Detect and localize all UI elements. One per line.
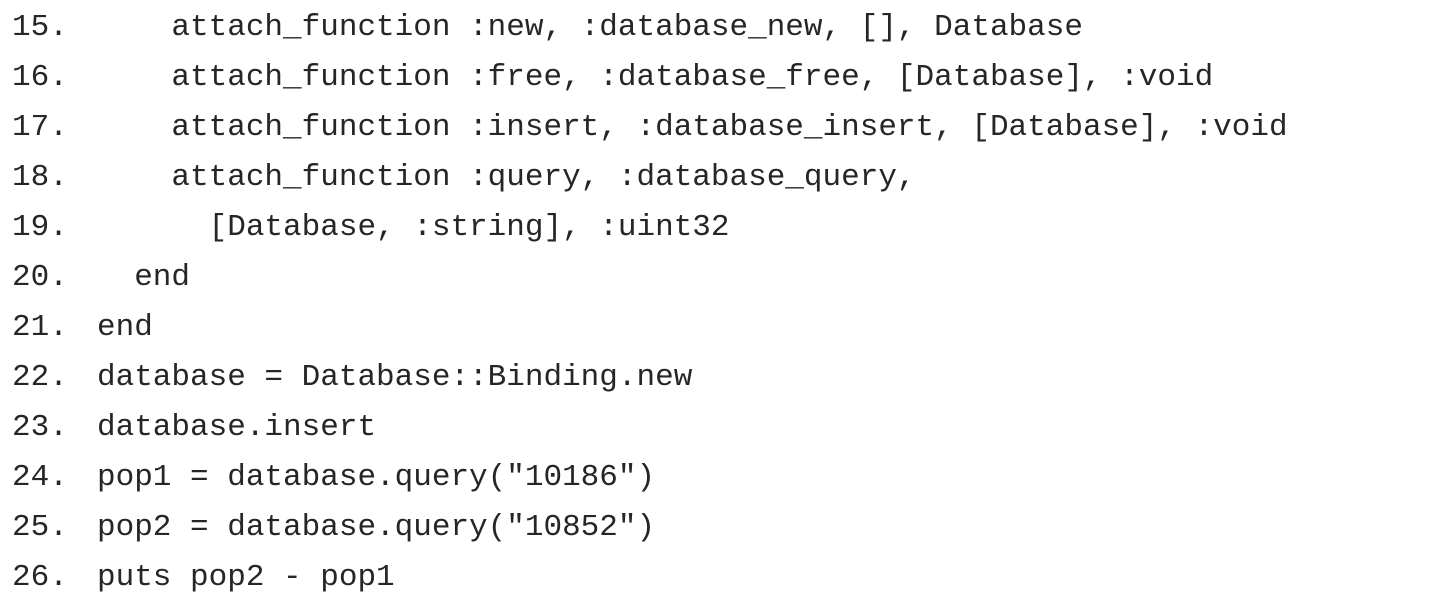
code-line: 22. database = Database::Binding.new	[12, 353, 1448, 403]
line-number: 24.	[12, 460, 68, 495]
line-code: attach_function :new, :database_new, [],…	[97, 10, 1083, 45]
code-line: 24. pop1 = database.query("10186")	[12, 453, 1448, 503]
line-code: pop2 = database.query("10852")	[97, 510, 656, 545]
code-line: 20. end	[12, 253, 1448, 303]
line-number: 17.	[12, 110, 68, 145]
code-line: 15. attach_function :new, :database_new,…	[12, 3, 1448, 53]
line-code: end	[97, 310, 153, 345]
line-number: 22.	[12, 360, 68, 395]
line-code: pop1 = database.query("10186")	[97, 460, 656, 495]
code-line: 19. [Database, :string], :uint32	[12, 203, 1448, 253]
line-code: attach_function :insert, :database_inser…	[97, 110, 1288, 145]
line-number: 15.	[12, 10, 68, 45]
line-code: attach_function :query, :database_query,	[97, 160, 916, 195]
line-code: puts pop2 - pop1	[97, 560, 395, 595]
line-number: 19.	[12, 210, 68, 245]
line-number: 20.	[12, 260, 68, 295]
line-code: database.insert	[97, 410, 377, 445]
line-code: attach_function :free, :database_free, […	[97, 60, 1214, 95]
code-line: 21. end	[12, 303, 1448, 353]
code-line: 17. attach_function :insert, :database_i…	[12, 103, 1448, 153]
line-code: database = Database::Binding.new	[97, 360, 693, 395]
code-line: 16. attach_function :free, :database_fre…	[12, 53, 1448, 103]
code-listing: 15. attach_function :new, :database_new,…	[12, 3, 1448, 603]
code-line: 25. pop2 = database.query("10852")	[12, 503, 1448, 553]
line-code: end	[97, 260, 191, 295]
code-line: 23. database.insert	[12, 403, 1448, 453]
line-code: [Database, :string], :uint32	[97, 210, 730, 245]
code-line: 18. attach_function :query, :database_qu…	[12, 153, 1448, 203]
line-number: 23.	[12, 410, 68, 445]
line-number: 16.	[12, 60, 68, 95]
line-number: 25.	[12, 510, 68, 545]
line-number: 18.	[12, 160, 68, 195]
line-number: 21.	[12, 310, 68, 345]
line-number: 26.	[12, 560, 68, 595]
code-line: 26. puts pop2 - pop1	[12, 553, 1448, 603]
